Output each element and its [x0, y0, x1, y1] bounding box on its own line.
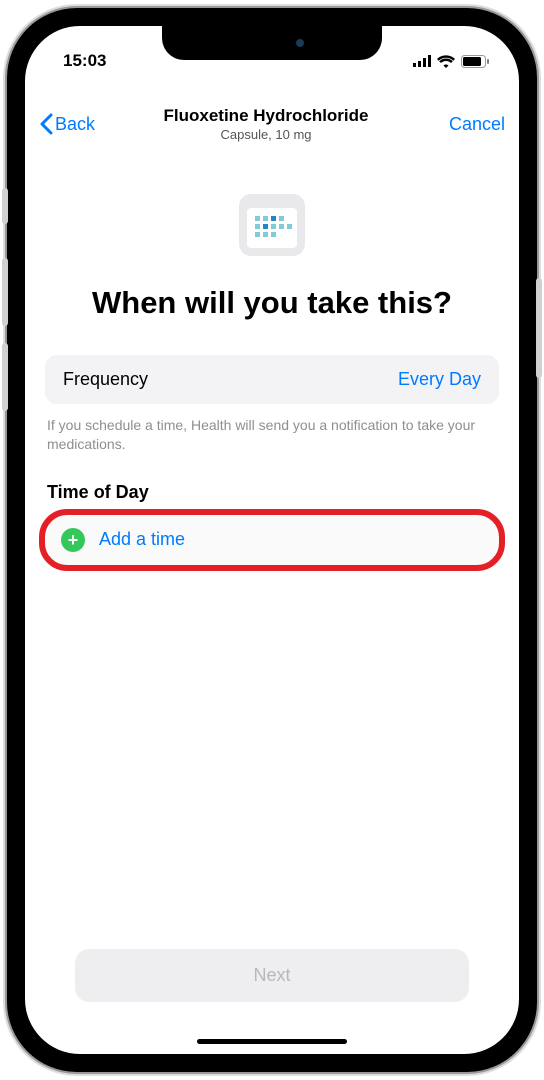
home-indicator[interactable]: [197, 1039, 347, 1044]
add-time-button[interactable]: + Add a time: [45, 515, 499, 565]
frequency-row[interactable]: Frequency Every Day: [45, 355, 499, 404]
schedule-hint: If you schedule a time, Health will send…: [45, 416, 499, 454]
cellular-icon: [413, 55, 431, 67]
status-indicators: [413, 55, 489, 68]
cancel-button[interactable]: Cancel: [437, 114, 505, 135]
plus-icon: +: [61, 528, 85, 552]
chevron-left-icon: [39, 113, 53, 135]
volume-down-button: [2, 343, 8, 411]
page-title: Fluoxetine Hydrochloride: [95, 106, 437, 126]
back-label: Back: [55, 114, 95, 135]
volume-up-button: [2, 258, 8, 326]
page-subtitle: Capsule, 10 mg: [95, 127, 437, 142]
wifi-icon: [437, 55, 455, 68]
notch: [162, 26, 382, 60]
back-button[interactable]: Back: [39, 113, 95, 135]
nav-bar: Back Fluoxetine Hydrochloride Capsule, 1…: [25, 96, 519, 150]
phone-frame: 15:03 Back Fluoxetine Hydrochloride Caps…: [7, 8, 537, 1072]
calendar-icon: [235, 186, 309, 260]
next-button[interactable]: Next: [75, 949, 469, 1002]
nav-title-group: Fluoxetine Hydrochloride Capsule, 10 mg: [95, 106, 437, 142]
heading: When will you take this?: [45, 284, 499, 321]
calendar-illustration: [45, 186, 499, 260]
battery-icon: [461, 55, 489, 68]
frequency-label: Frequency: [63, 369, 148, 390]
add-time-label: Add a time: [99, 529, 185, 550]
mute-switch: [2, 188, 8, 224]
time-of-day-title: Time of Day: [45, 482, 499, 503]
status-time: 15:03: [63, 51, 106, 71]
power-button: [536, 278, 542, 378]
screen: 15:03 Back Fluoxetine Hydrochloride Caps…: [25, 26, 519, 1054]
frequency-value: Every Day: [398, 369, 481, 390]
